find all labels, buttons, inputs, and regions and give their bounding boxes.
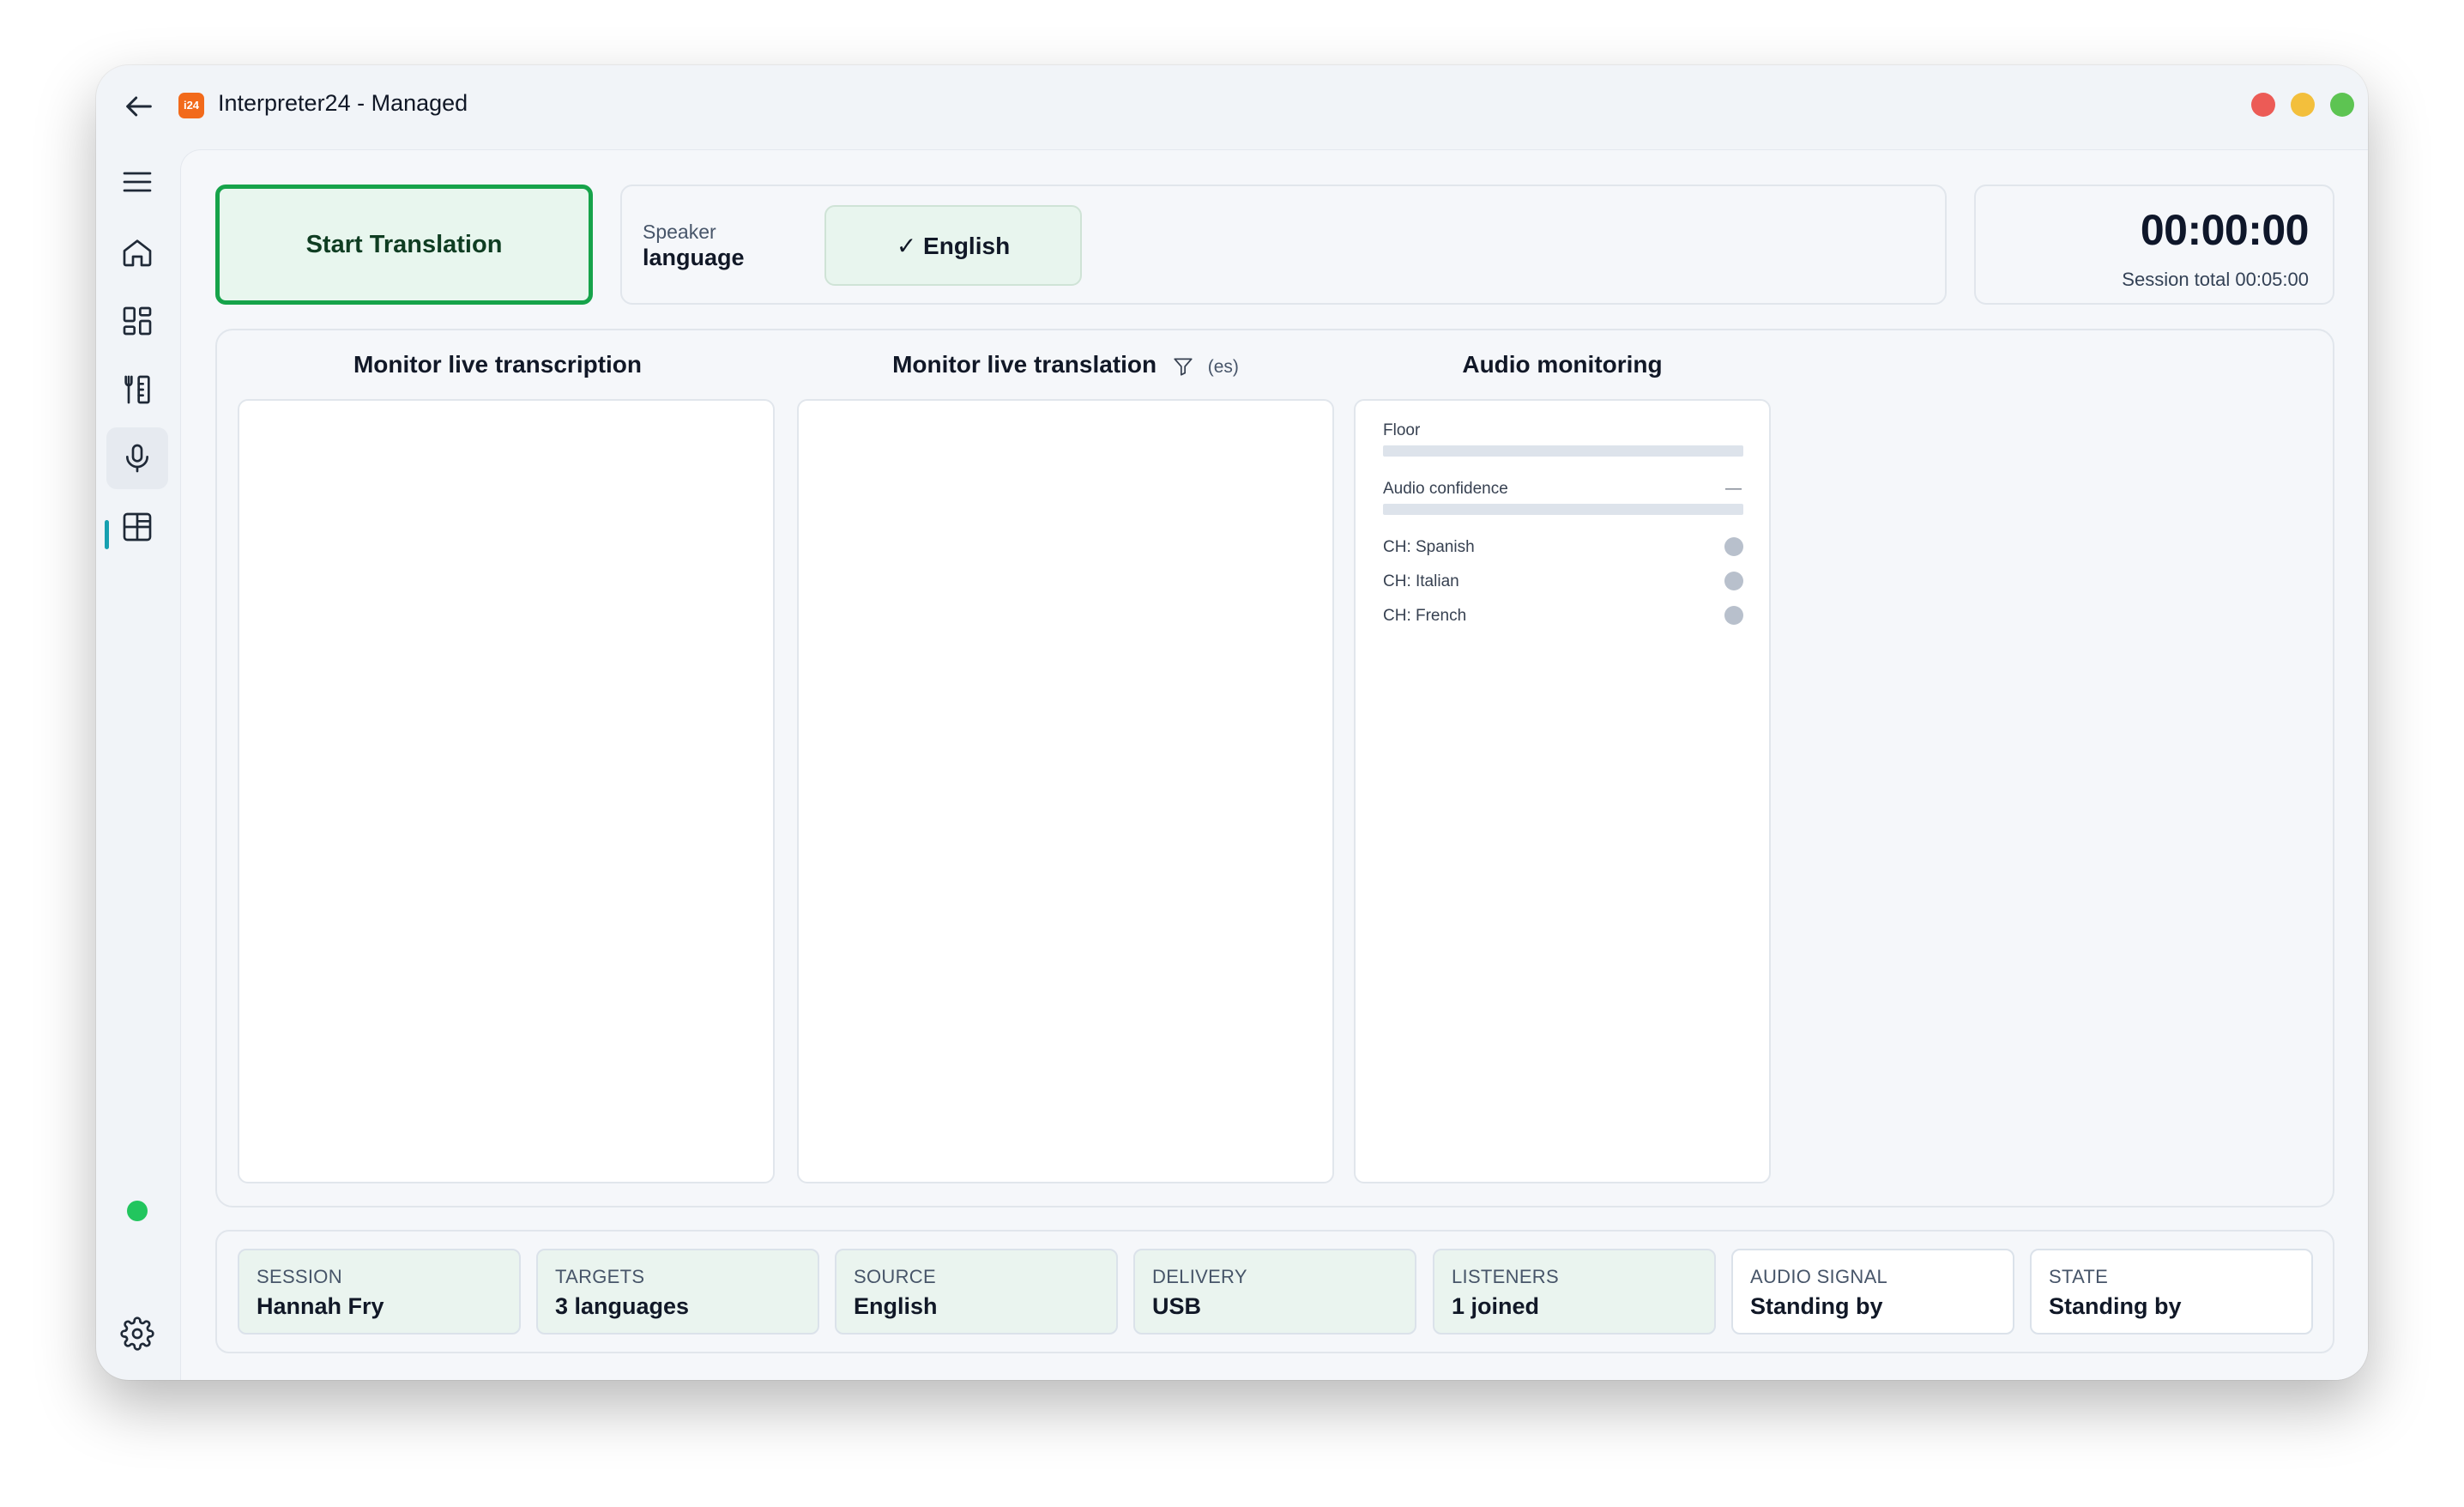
stat-value: 3 languages bbox=[555, 1293, 690, 1319]
app-window: i24 Interpreter24 - Managed Start Transl… bbox=[96, 65, 2368, 1380]
stat-session: SESSION Hannah Fry bbox=[238, 1249, 521, 1335]
translation-title-row: Monitor live translation (es) bbox=[797, 351, 1334, 378]
settings-gear-icon[interactable] bbox=[120, 1316, 154, 1351]
menu-icon[interactable] bbox=[106, 151, 168, 213]
stat-label: STATE bbox=[2049, 1266, 2109, 1287]
connection-status-dot bbox=[127, 1201, 148, 1221]
grid-icon bbox=[123, 306, 152, 336]
transcription-box[interactable] bbox=[238, 399, 775, 1183]
close-window-button[interactable] bbox=[2251, 93, 2275, 117]
microphone-icon bbox=[126, 444, 148, 473]
minimize-window-button[interactable] bbox=[2291, 93, 2315, 117]
speaker-label: Speaker bbox=[643, 221, 716, 243]
translation-title: Monitor live translation bbox=[892, 351, 1157, 378]
stat-label: TARGETS bbox=[555, 1266, 645, 1287]
speaker-language-card: Speaker language ✓ English bbox=[620, 185, 1947, 305]
main-content: Start Translation Speaker language ✓ Eng… bbox=[180, 149, 2368, 1380]
channel-italian-indicator bbox=[1724, 572, 1743, 590]
stat-value: Standing by bbox=[1750, 1293, 1883, 1319]
language-label: language bbox=[643, 245, 745, 270]
audio-confidence-label: Audio confidence bbox=[1383, 480, 1508, 498]
floor-level-bar bbox=[1383, 445, 1743, 457]
audio-monitoring-box: Floor Audio confidence — CH: Spanish CH:… bbox=[1354, 399, 1771, 1183]
stat-source: SOURCE English bbox=[835, 1249, 1118, 1335]
title-bar: i24 Interpreter24 - Managed bbox=[96, 65, 2368, 149]
stat-label: DELIVERY bbox=[1152, 1266, 1247, 1287]
language-option-english[interactable]: ✓ English bbox=[824, 205, 1082, 286]
monitor-panel: Monitor live transcription Monitor live … bbox=[215, 329, 2334, 1207]
stat-value: Hannah Fry bbox=[257, 1293, 384, 1319]
session-total: Session total 00:05:00 bbox=[2122, 269, 2309, 290]
sidebar bbox=[96, 149, 180, 1380]
channel-spanish-indicator bbox=[1724, 537, 1743, 556]
sidebar-item-interpreter[interactable] bbox=[106, 427, 168, 489]
translation-language-tag: (es) bbox=[1207, 357, 1239, 377]
session-timer: 00:00:00 bbox=[2140, 206, 2310, 254]
back-arrow-icon[interactable] bbox=[122, 89, 156, 124]
stat-listeners: LISTENERS 1 joined bbox=[1433, 1249, 1716, 1335]
stat-state: STATE Standing by bbox=[2030, 1249, 2313, 1335]
window-title: Interpreter24 - Managed bbox=[218, 90, 468, 116]
stat-value: English bbox=[854, 1293, 938, 1319]
sidebar-item-dashboard[interactable] bbox=[106, 290, 168, 352]
stat-label: SOURCE bbox=[854, 1266, 936, 1287]
audio-confidence-bar bbox=[1383, 504, 1743, 515]
session-timer-card: 00:00:00 Session total 00:05:00 bbox=[1974, 185, 2334, 305]
stat-targets: TARGETS 3 languages bbox=[536, 1249, 819, 1335]
stat-value: Standing by bbox=[2049, 1293, 2182, 1319]
layout-icon bbox=[123, 512, 152, 542]
translation-box[interactable] bbox=[797, 399, 1334, 1183]
channel-spanish-label: CH: Spanish bbox=[1383, 538, 1475, 556]
stat-value: 1 joined bbox=[1452, 1293, 1540, 1319]
tools-icon bbox=[124, 375, 150, 404]
channel-italian-label: CH: Italian bbox=[1383, 572, 1459, 590]
sidebar-item-tools[interactable] bbox=[106, 359, 168, 421]
audio-confidence-value: — bbox=[1725, 480, 1742, 498]
stat-delivery: DELIVERY USB bbox=[1133, 1249, 1416, 1335]
stat-audio-signal: AUDIO SIGNAL Standing by bbox=[1731, 1249, 2014, 1335]
stat-value: USB bbox=[1152, 1293, 1202, 1319]
sidebar-item-home[interactable] bbox=[106, 221, 168, 283]
transcription-title: Monitor live transcription bbox=[353, 351, 643, 378]
start-translation-button[interactable]: Start Translation bbox=[215, 185, 593, 305]
stat-label: SESSION bbox=[257, 1266, 342, 1287]
status-bar: SESSION Hannah Fry TARGETS 3 languages S… bbox=[215, 1230, 2334, 1353]
floor-label: Floor bbox=[1383, 421, 1421, 439]
stat-label: LISTENERS bbox=[1452, 1266, 1559, 1287]
maximize-window-button[interactable] bbox=[2330, 93, 2354, 117]
channel-french-label: CH: French bbox=[1383, 607, 1467, 625]
audio-monitoring-title: Audio monitoring bbox=[1462, 351, 1663, 378]
channel-french-indicator bbox=[1724, 606, 1743, 625]
stat-label: AUDIO SIGNAL bbox=[1750, 1266, 1888, 1287]
app-logo: i24 bbox=[178, 93, 204, 118]
sidebar-item-layouts[interactable] bbox=[106, 496, 168, 558]
home-icon bbox=[123, 239, 152, 267]
filter-icon[interactable] bbox=[1172, 355, 1194, 378]
